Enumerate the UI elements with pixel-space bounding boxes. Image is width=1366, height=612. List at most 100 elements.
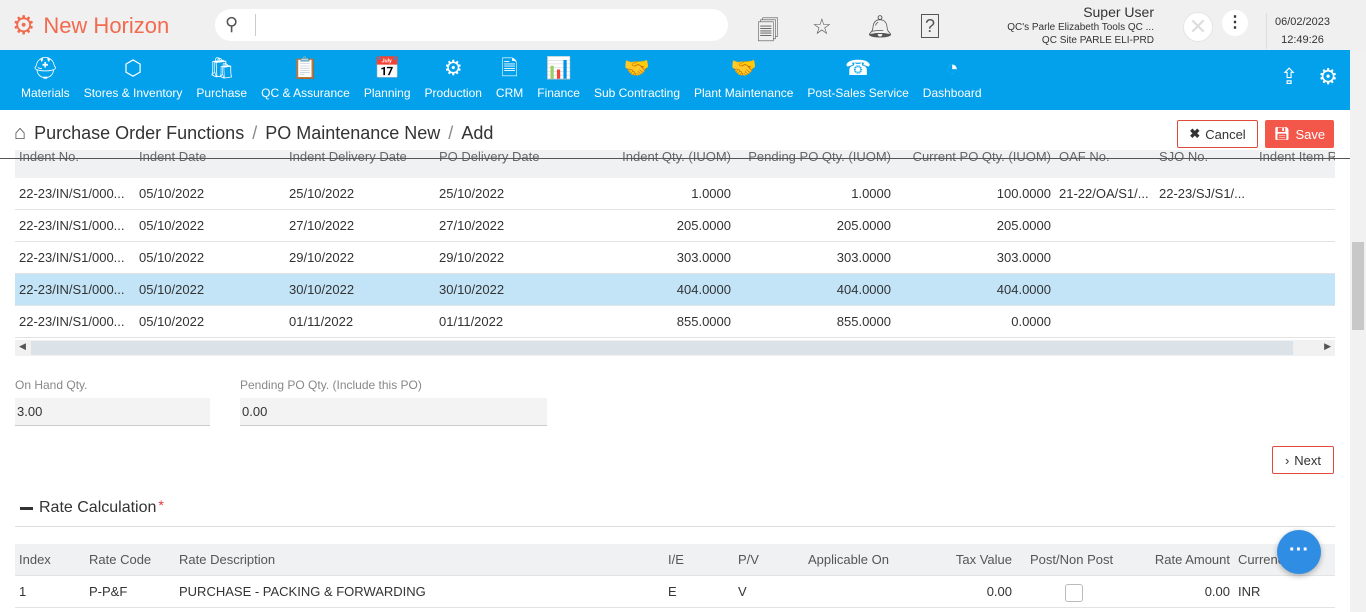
document-search-icon[interactable]: 🗐	[757, 14, 779, 52]
section-title: Rate Calculation	[39, 499, 157, 516]
nav-qc-assurance[interactable]: 📋 QC & Assurance	[254, 50, 357, 110]
table-cell: PURCHASE - PACKING & FORWARDING	[179, 584, 426, 599]
more-menu-icon[interactable]: ⋮	[1222, 10, 1248, 36]
rate-calculation-section-header[interactable]: Rate Calculation *	[20, 497, 164, 517]
nav-label: CRM	[495, 86, 524, 100]
table-cell: 05/10/2022	[139, 218, 205, 233]
nav-label: Plant Maintenance	[694, 86, 794, 100]
table-cell: 05/10/2022	[139, 314, 205, 329]
user-info[interactable]: Super User QC's Parle Elizabeth Tools QC…	[954, 4, 1154, 46]
table-cell: 100.0000	[996, 186, 1051, 201]
nav-production[interactable]: ⚙ Production	[418, 50, 489, 110]
handshake-gear-icon: 🤝	[730, 57, 757, 80]
required-marker: *	[158, 497, 164, 513]
app-title: New Horizon	[43, 12, 170, 38]
horizontal-scrollbar[interactable]: ◀ ▶	[15, 340, 1335, 356]
scroll-left-icon[interactable]: ◀	[19, 341, 26, 352]
nav-sub-contracting[interactable]: 🤝 Sub Contracting	[587, 50, 687, 110]
clipboard-icon: 📋	[292, 57, 319, 80]
scrollbar-thumb[interactable]	[1352, 242, 1364, 330]
breadcrumb-item[interactable]: Purchase Order Functions	[34, 123, 244, 144]
datetime: 06/02/2023 12:49:26	[1266, 13, 1338, 49]
upload-icon[interactable]: ⇪	[1280, 64, 1298, 90]
column-header: PO Delivery Date	[439, 150, 540, 164]
phone-icon: ☎	[845, 57, 872, 80]
table-cell: 1.0000	[851, 186, 891, 201]
table-header[interactable]: Indent No. Indent Date Indent Delivery Dat…	[15, 150, 1335, 178]
time: 12:49:26	[1281, 34, 1324, 46]
breadcrumb-item[interactable]: PO Maintenance New	[265, 123, 440, 144]
next-label: Next	[1294, 452, 1322, 468]
vertical-scrollbar[interactable]	[1350, 50, 1366, 612]
table-cell: 25/10/2022	[289, 186, 355, 201]
save-button[interactable]: 💾︎ Save	[1265, 120, 1334, 148]
table-row[interactable]: 1 P-P&F PURCHASE - PACKING & FORWARDING E V 0…	[15, 576, 1335, 608]
column-header: SJO No.	[1159, 150, 1209, 164]
nav-actions: ⇪ ⚙	[1280, 64, 1338, 90]
table-row[interactable]: 22-23/IN/S1/000... 05/10/2022 01/11/2022 01…	[15, 306, 1335, 338]
cancel-label: Cancel	[1205, 126, 1246, 142]
table-cell: 1	[19, 584, 27, 599]
nav-crm[interactable]: 🗎 CRM	[489, 50, 530, 110]
next-button[interactable]: › Next	[1272, 446, 1334, 474]
search-input[interactable]: ⚲	[215, 9, 728, 41]
calendar-icon: 📅	[374, 57, 401, 80]
app-logo[interactable]: ⚙ New Horizon	[12, 10, 169, 41]
nav-materials[interactable]: ⛑ Materials	[14, 50, 77, 110]
table-cell: 303.0000	[996, 250, 1051, 265]
materials-icon: ⛑	[32, 57, 59, 80]
nav-purchase[interactable]: 🛍 Purchase	[189, 50, 254, 110]
header-divider	[0, 158, 1350, 159]
table-cell: 0.00	[986, 584, 1012, 599]
column-header: Applicable On	[808, 552, 889, 567]
post-checkbox[interactable]	[1065, 584, 1083, 602]
column-header: Pending PO Qty. (IUOM)	[748, 150, 891, 164]
star-icon[interactable]: ☆	[812, 14, 832, 40]
table-cell: P-P&F	[89, 584, 128, 599]
table-cell: 21-22/OA/S1/...	[1059, 186, 1149, 201]
table-cell: 303.0000	[836, 250, 891, 265]
nav-stores-inventory[interactable]: ⬡ Stores & Inventory	[77, 50, 190, 110]
table-cell: INR	[1238, 584, 1261, 599]
column-header: Indent Qty. (IUOM)	[622, 150, 731, 164]
table-cell: 22-23/IN/S1/000...	[19, 250, 125, 265]
rate-table: Index Rate Code Rate Description I/E P/V Appl…	[15, 544, 1335, 608]
table-cell: V	[738, 584, 747, 599]
table-cell: 855.0000	[836, 314, 891, 329]
table-cell: 22-23/IN/S1/000...	[19, 218, 125, 233]
nav-plant-maintenance[interactable]: 🤝 Plant Maintenance	[687, 50, 800, 110]
table-cell: 404.0000	[676, 282, 731, 297]
save-icon: 💾︎	[1273, 126, 1291, 141]
nav-finance[interactable]: 📊 Finance	[530, 50, 587, 110]
pending-po-qty-input[interactable]: 0.00	[240, 398, 547, 426]
table-row[interactable]: 22-23/IN/S1/000... 05/10/2022 30/10/2022 30…	[15, 274, 1335, 306]
table-row[interactable]: 22-23/IN/S1/000... 05/10/2022 29/10/2022 29…	[15, 242, 1335, 274]
on-hand-qty-input[interactable]: 3.00	[15, 398, 210, 426]
table-cell: 303.0000	[676, 250, 731, 265]
nav-planning[interactable]: 📅 Planning	[357, 50, 418, 110]
table-cell: 05/10/2022	[139, 282, 205, 297]
table-cell: 27/10/2022	[289, 218, 355, 233]
table-cell: 1.0000	[691, 186, 731, 201]
help-notebook-icon[interactable]: ?	[921, 14, 939, 38]
cancel-button[interactable]: ✖ Cancel	[1177, 120, 1258, 148]
scroll-right-icon[interactable]: ▶	[1324, 341, 1331, 352]
chevron-right-icon: ›	[1284, 452, 1290, 468]
on-hand-qty-field: On Hand Qty. 3.00	[15, 378, 210, 426]
table-cell: 22-23/IN/S1/000...	[19, 282, 125, 297]
scrollbar-thumb[interactable]	[31, 341, 1293, 355]
handshake-icon: 🤝	[623, 57, 651, 80]
table-cell: 30/10/2022	[439, 282, 505, 297]
table-row[interactable]: 22-23/IN/S1/000... 05/10/2022 27/10/2022 27…	[15, 210, 1335, 242]
settings-gear-icon[interactable]: ⚙	[1318, 64, 1338, 90]
nav-post-sales-service[interactable]: ☎ Post-Sales Service	[800, 50, 915, 110]
date: 06/02/2023	[1274, 16, 1331, 28]
nav-dashboard[interactable]: ◔ Dashboard	[916, 50, 989, 110]
logo-gear-icon: ⚙	[12, 10, 36, 40]
avatar[interactable]: ✕	[1183, 12, 1213, 42]
collapse-minus-icon[interactable]	[20, 506, 33, 510]
chat-button[interactable]: ···	[1277, 530, 1321, 574]
home-icon[interactable]: ⌂	[14, 122, 26, 145]
bell-icon[interactable]: 🔔︎	[866, 14, 894, 40]
table-row[interactable]: 22-23/IN/S1/000... 05/10/2022 25/10/2022 25…	[15, 178, 1335, 210]
